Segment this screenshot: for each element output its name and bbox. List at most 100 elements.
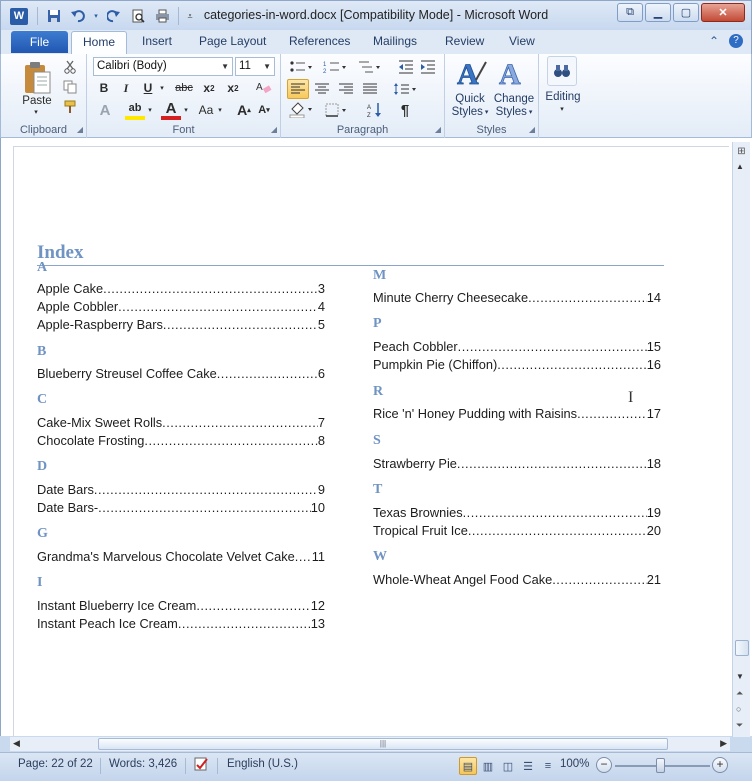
horizontal-scrollbar[interactable]: ◀ ||| ▶ <box>10 737 730 751</box>
print-preview-icon[interactable] <box>128 7 148 25</box>
subscript-icon[interactable]: x2 <box>199 79 219 97</box>
shading-icon[interactable] <box>287 100 315 120</box>
numbering-icon[interactable]: 12 <box>321 58 349 76</box>
quick-styles-label-2[interactable]: Styles ▾ <box>447 105 493 118</box>
superscript-icon[interactable]: x2 <box>223 79 243 97</box>
line-spacing-icon[interactable] <box>391 79 419 99</box>
draft-view-icon[interactable]: ≡ <box>539 757 557 775</box>
next-page-icon[interactable]: ⏷ <box>736 720 743 731</box>
word-count[interactable]: Words: 3,426 <box>109 758 177 770</box>
outline-view-icon[interactable]: ☰ <box>519 757 537 775</box>
font-color-dropdown-icon[interactable]: ▾ <box>181 100 191 120</box>
align-left-icon[interactable] <box>287 79 309 99</box>
tab-references[interactable]: References <box>289 34 350 48</box>
find-binoculars-icon[interactable] <box>547 56 577 86</box>
scroll-left-icon[interactable]: ◀ <box>13 738 20 749</box>
proofing-icon[interactable] <box>193 756 211 775</box>
paragraph-launcher-icon[interactable]: ◢ <box>435 125 441 134</box>
styles-launcher-icon[interactable]: ◢ <box>529 125 535 134</box>
horizontal-scroll-thumb[interactable]: ||| <box>98 738 668 750</box>
change-case-dropdown-icon[interactable]: ▾ <box>215 100 225 120</box>
vertical-scrollbar[interactable]: ⊞ ▲ ▼ ⏶ ○ ⏷ <box>732 142 750 737</box>
highlight-icon[interactable]: ab <box>125 100 145 120</box>
change-styles-label-1[interactable]: Change <box>491 92 537 105</box>
page-count[interactable]: Page: 22 of 22 <box>18 758 93 770</box>
tab-review[interactable]: Review <box>445 34 484 48</box>
align-center-icon[interactable] <box>311 79 333 99</box>
chevron-down-icon[interactable]: ▾ <box>557 104 567 114</box>
quick-styles-label-1[interactable]: Quick <box>447 92 493 105</box>
restore-ribbon-icon[interactable]: ⧉ <box>617 3 643 22</box>
minimize-ribbon-icon[interactable]: ⌃ <box>709 34 719 48</box>
show-formatting-marks-icon[interactable]: ¶ <box>395 100 415 120</box>
vertical-scroll-thumb[interactable] <box>735 640 749 656</box>
minimize-button[interactable]: ▁ <box>645 3 671 22</box>
underline-icon[interactable]: U <box>139 79 157 97</box>
font-size-combo[interactable]: 11 ▼ <box>235 57 275 76</box>
zoom-level[interactable]: 100% <box>560 758 589 770</box>
justify-icon[interactable] <box>359 79 381 99</box>
tab-home[interactable]: Home <box>71 31 127 54</box>
paste-dropdown-icon[interactable]: ▾ <box>29 108 43 116</box>
copy-icon[interactable] <box>61 78 79 96</box>
italic-icon[interactable]: I <box>117 79 135 97</box>
chevron-down-icon[interactable]: ▼ <box>221 58 229 75</box>
language-indicator[interactable]: English (U.S.) <box>227 758 298 770</box>
zoom-slider-thumb[interactable] <box>656 758 665 773</box>
change-styles-icon[interactable]: A <box>493 56 533 88</box>
tab-view[interactable]: View <box>509 34 535 48</box>
align-right-icon[interactable] <box>335 79 357 99</box>
select-browse-object-icon[interactable]: ○ <box>736 704 741 714</box>
underline-dropdown-icon[interactable]: ▾ <box>157 79 167 97</box>
help-icon[interactable]: ? <box>729 34 743 48</box>
cut-icon[interactable] <box>61 58 79 76</box>
tab-page-layout[interactable]: Page Layout <box>199 34 266 48</box>
clear-formatting-icon[interactable]: A <box>253 78 275 98</box>
paste-button[interactable]: Paste <box>19 94 55 108</box>
bullets-icon[interactable] <box>287 58 315 76</box>
chevron-down-icon[interactable]: ▼ <box>263 58 271 75</box>
close-button[interactable]: ✕ <box>701 3 745 22</box>
previous-page-icon[interactable]: ⏶ <box>736 688 743 699</box>
bold-icon[interactable]: B <box>95 79 113 97</box>
print-layout-view-icon[interactable]: ▤ <box>459 757 477 775</box>
format-painter-icon[interactable] <box>61 98 79 116</box>
grow-font-icon[interactable]: A ▴ <box>235 100 253 120</box>
font-color-icon[interactable]: A <box>161 100 181 120</box>
scroll-down-icon[interactable]: ▼ <box>736 672 744 681</box>
scroll-up-icon[interactable]: ▲ <box>736 162 744 171</box>
clipboard-launcher-icon[interactable]: ◢ <box>77 125 83 134</box>
scroll-right-icon[interactable]: ▶ <box>720 738 727 749</box>
undo-dropdown-icon[interactable]: ▾ <box>92 7 100 25</box>
increase-indent-icon[interactable] <box>419 58 437 76</box>
tab-mailings[interactable]: Mailings <box>373 34 417 48</box>
view-ruler-icon[interactable]: ⊞ <box>734 146 749 162</box>
web-layout-view-icon[interactable]: ◫ <box>499 757 517 775</box>
word-app-icon[interactable]: W <box>10 8 28 25</box>
borders-icon[interactable] <box>323 100 351 120</box>
redo-icon[interactable] <box>104 7 124 25</box>
zoom-out-icon[interactable]: − <box>596 757 612 773</box>
quick-styles-icon[interactable]: A <box>451 56 491 88</box>
text-effects-icon[interactable]: A <box>95 100 115 120</box>
sort-icon[interactable]: AZ <box>365 100 385 120</box>
editing-button[interactable]: Editing <box>539 90 587 104</box>
quick-print-icon[interactable] <box>152 7 172 25</box>
font-name-combo[interactable]: Calibri (Body) ▼ <box>93 57 233 76</box>
decrease-indent-icon[interactable] <box>397 58 415 76</box>
tab-file[interactable]: File <box>11 31 68 53</box>
shrink-font-icon[interactable]: A ▾ <box>255 100 273 120</box>
highlight-dropdown-icon[interactable]: ▾ <box>145 100 155 120</box>
zoom-in-icon[interactable]: + <box>712 757 728 773</box>
tab-insert[interactable]: Insert <box>142 34 172 48</box>
change-case-icon[interactable]: Aa <box>195 100 217 120</box>
undo-icon[interactable] <box>68 7 88 25</box>
change-styles-label-2[interactable]: Styles ▾ <box>491 105 537 118</box>
full-screen-reading-view-icon[interactable]: ▥ <box>479 757 497 775</box>
paste-icon[interactable] <box>19 58 55 98</box>
save-icon[interactable] <box>44 7 64 25</box>
font-launcher-icon[interactable]: ◢ <box>271 125 277 134</box>
multilevel-list-icon[interactable] <box>355 58 383 76</box>
maximize-button[interactable]: ▢ <box>673 3 699 22</box>
strikethrough-icon[interactable]: abc <box>173 79 195 97</box>
